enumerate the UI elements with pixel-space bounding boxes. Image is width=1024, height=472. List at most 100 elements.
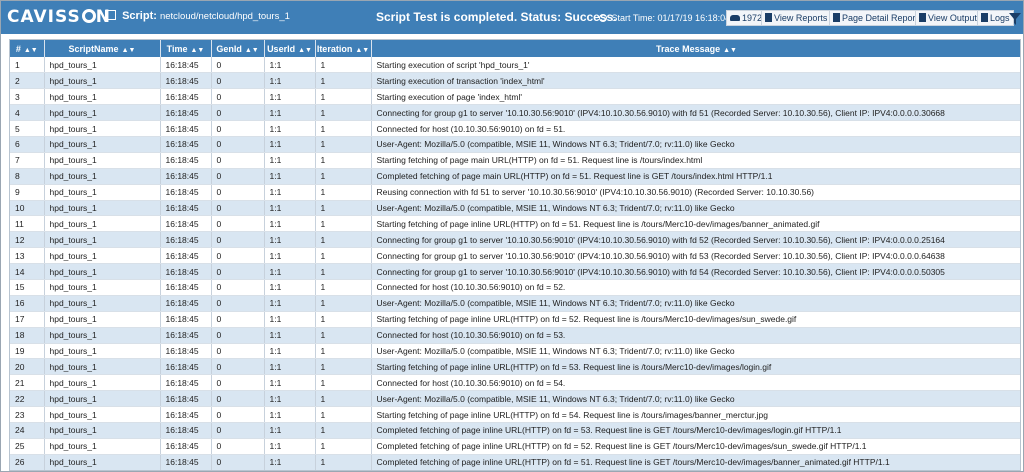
table-row[interactable]: 26 hpd_tours_1 16:18:45 0 1:1 1 Completed fetc… [10, 454, 1020, 470]
cell-script-name: hpd_tours_1 [44, 200, 161, 217]
table-row[interactable]: 25 hpd_tours_1 16:18:45 0 1:1 1 Completed fetc… [10, 438, 1020, 455]
column-header-iteration[interactable]: Iteration ▲▼ [315, 40, 372, 57]
column-header-trace-message[interactable]: Trace Message ▲▼ [371, 40, 1020, 57]
view-output-button[interactable]: View Output [915, 10, 981, 26]
cell-trace-message: User-Agent: Mozilla/5.0 (compatible, MSI… [371, 343, 1020, 360]
cell-time: 16:18:45 [160, 136, 212, 153]
table-row[interactable]: 12 hpd_tours_1 16:18:45 0 1:1 1 Connecting for… [10, 231, 1020, 249]
cell-iteration: 1 [315, 88, 372, 106]
cell-index: 12 [10, 231, 45, 249]
cell-user-id: 1:1 [264, 72, 316, 90]
table-row[interactable]: 10 hpd_tours_1 16:18:45 0 1:1 1 User-Agent: Mo… [10, 200, 1020, 217]
table-row[interactable]: 1 hpd_tours_1 16:18:45 0 1:1 1 Starting execut… [10, 57, 1020, 74]
cell-gen-id: 0 [211, 374, 265, 392]
cell-gen-id: 0 [211, 422, 265, 439]
cell-iteration: 1 [315, 422, 372, 439]
column-header-time[interactable]: Time ▲▼ [160, 40, 212, 57]
view-reports-button[interactable]: View Reports [761, 10, 832, 26]
table-row[interactable]: 2 hpd_tours_1 16:18:45 0 1:1 1 Starting execut… [10, 72, 1020, 90]
table-row[interactable]: 3 hpd_tours_1 16:18:45 0 1:1 1 Starting execut… [10, 88, 1020, 106]
cell-user-id: 1:1 [264, 343, 316, 360]
cell-index: 4 [10, 104, 45, 122]
cell-index: 10 [10, 200, 45, 217]
cell-index: 13 [10, 247, 45, 265]
table-row[interactable]: 13 hpd_tours_1 16:18:45 0 1:1 1 Connecting for… [10, 247, 1020, 265]
table-row[interactable]: 22 hpd_tours_1 16:18:45 0 1:1 1 User-Agent: Mo… [10, 390, 1020, 408]
page-detail-report-button[interactable]: Page Detail Report [829, 10, 923, 26]
cell-script-name: hpd_tours_1 [44, 279, 161, 296]
column-header-index[interactable]: # ▲▼ [10, 40, 45, 57]
table-row[interactable]: 5 hpd_tours_1 16:18:45 0 1:1 1 Connected for h… [10, 120, 1020, 137]
cell-user-id: 1:1 [264, 247, 316, 265]
table-row[interactable]: 17 hpd_tours_1 16:18:45 0 1:1 1 Starting fetch… [10, 311, 1020, 328]
table-row[interactable]: 21 hpd_tours_1 16:18:45 0 1:1 1 Connected for … [10, 374, 1020, 392]
column-header-scriptname[interactable]: ScriptName ▲▼ [44, 40, 161, 57]
table-row[interactable]: 16 hpd_tours_1 16:18:45 0 1:1 1 User-Agent: Mo… [10, 295, 1020, 312]
trace-table-container[interactable]: # ▲▼ ScriptName ▲▼ Time ▲▼ GenId ▲▼ UserId ▲▼… [9, 39, 1021, 471]
cell-iteration: 1 [315, 358, 372, 376]
cell-iteration: 1 [315, 343, 372, 360]
cell-script-name: hpd_tours_1 [44, 184, 161, 201]
count-label: 1972 [742, 13, 763, 23]
cell-iteration: 1 [315, 215, 372, 233]
table-row[interactable]: 11 hpd_tours_1 16:18:45 0 1:1 1 Starting fetch… [10, 215, 1020, 233]
script-label: Script: [122, 10, 157, 22]
start-time: Start Time: 01/17/19 16:18:04 [599, 13, 730, 23]
cell-index: 20 [10, 358, 45, 376]
cell-user-id: 1:1 [264, 406, 316, 423]
cell-script-name: hpd_tours_1 [44, 88, 161, 106]
cell-iteration: 1 [315, 279, 372, 296]
cell-gen-id: 0 [211, 215, 265, 233]
table-row[interactable]: 14 hpd_tours_1 16:18:45 0 1:1 1 Connecting for… [10, 263, 1020, 280]
cell-iteration: 1 [315, 295, 372, 312]
cell-iteration: 1 [315, 390, 372, 408]
cell-index: 6 [10, 136, 45, 153]
cell-script-name: hpd_tours_1 [44, 120, 161, 137]
cell-user-id: 1:1 [264, 358, 316, 376]
cell-user-id: 1:1 [264, 327, 316, 344]
cell-trace-message: User-Agent: Mozilla/5.0 (compatible, MSI… [371, 136, 1020, 153]
trace-table: # ▲▼ ScriptName ▲▼ Time ▲▼ GenId ▲▼ UserId ▲▼… [10, 40, 1020, 470]
cell-script-name: hpd_tours_1 [44, 311, 161, 328]
cell-trace-message: Connected for host (10.10.30.56:9010) on… [371, 327, 1020, 344]
table-row[interactable]: 6 hpd_tours_1 16:18:45 0 1:1 1 User-Agent: Moz… [10, 136, 1020, 153]
cell-iteration: 1 [315, 247, 372, 265]
cell-script-name: hpd_tours_1 [44, 343, 161, 360]
cell-user-id: 1:1 [264, 88, 316, 106]
column-header-genid[interactable]: GenId ▲▼ [211, 40, 265, 57]
cell-time: 16:18:45 [160, 57, 212, 74]
table-row[interactable]: 4 hpd_tours_1 16:18:45 0 1:1 1 Connecting for … [10, 104, 1020, 122]
table-row[interactable]: 19 hpd_tours_1 16:18:45 0 1:1 1 User-Agent: Mo… [10, 343, 1020, 360]
table-row[interactable]: 8 hpd_tours_1 16:18:45 0 1:1 1 Completed fetch… [10, 168, 1020, 185]
cell-gen-id: 0 [211, 438, 265, 455]
cell-script-name: hpd_tours_1 [44, 57, 161, 74]
cell-script-name: hpd_tours_1 [44, 406, 161, 423]
table-row[interactable]: 20 hpd_tours_1 16:18:45 0 1:1 1 Starting fetch… [10, 358, 1020, 376]
cell-user-id: 1:1 [264, 120, 316, 137]
table-row[interactable]: 24 hpd_tours_1 16:18:45 0 1:1 1 Completed fetc… [10, 422, 1020, 439]
cell-user-id: 1:1 [264, 57, 316, 74]
table-row[interactable]: 18 hpd_tours_1 16:18:45 0 1:1 1 Connected for … [10, 327, 1020, 344]
cell-script-name: hpd_tours_1 [44, 104, 161, 122]
cell-time: 16:18:45 [160, 88, 212, 106]
cell-gen-id: 0 [211, 120, 265, 137]
cell-user-id: 1:1 [264, 152, 316, 169]
cell-index: 8 [10, 168, 45, 185]
filter-icon[interactable] [1009, 10, 1021, 26]
cell-trace-message: Completed fetching of page inline URL(HT… [371, 422, 1020, 439]
cell-index: 17 [10, 311, 45, 328]
cell-iteration: 1 [315, 57, 372, 74]
table-row[interactable]: 23 hpd_tours_1 16:18:45 0 1:1 1 Starting fetch… [10, 406, 1020, 423]
table-row[interactable]: 7 hpd_tours_1 16:18:45 0 1:1 1 Starting fetchi… [10, 152, 1020, 169]
table-row[interactable]: 15 hpd_tours_1 16:18:45 0 1:1 1 Connected for … [10, 279, 1020, 296]
cell-script-name: hpd_tours_1 [44, 295, 161, 312]
cell-iteration: 1 [315, 374, 372, 392]
cell-user-id: 1:1 [264, 184, 316, 201]
cell-user-id: 1:1 [264, 136, 316, 153]
column-header-userid[interactable]: UserId ▲▼ [264, 40, 316, 57]
cell-iteration: 1 [315, 438, 372, 455]
cell-time: 16:18:45 [160, 358, 212, 376]
cell-script-name: hpd_tours_1 [44, 454, 161, 470]
cell-time: 16:18:45 [160, 72, 212, 90]
table-row[interactable]: 9 hpd_tours_1 16:18:45 0 1:1 1 Reusing connect… [10, 184, 1020, 201]
